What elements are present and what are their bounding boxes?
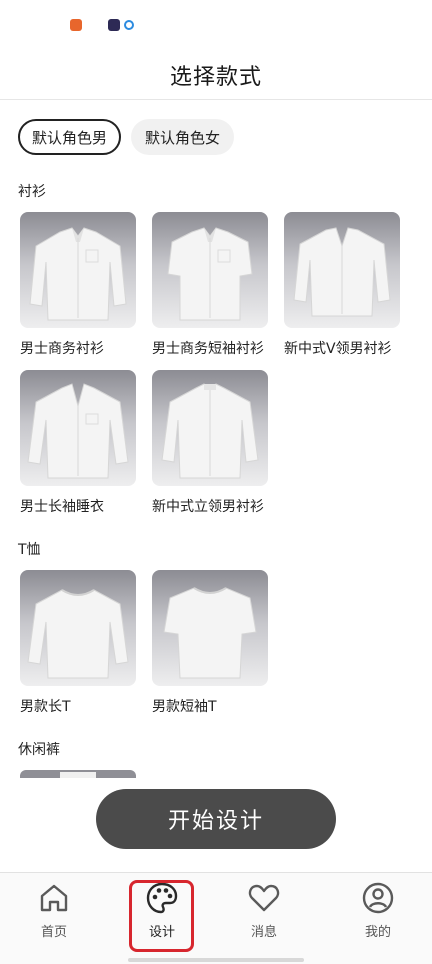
style-card-label: 男士商务短袖衬衫	[152, 341, 264, 357]
garment-thumbnail-partial	[20, 770, 136, 778]
section-title-pants: 休闲裤	[18, 742, 60, 758]
browser-notification-icon	[124, 20, 134, 30]
style-card-label: 新中式立领男衬衫	[152, 499, 264, 515]
app-notification-icon	[70, 19, 82, 31]
style-card[interactable]: 男款长T	[20, 570, 136, 715]
tab-label: 首页	[40, 925, 67, 940]
style-card-label: 男款长T	[20, 699, 71, 715]
style-card[interactable]: 新中式V领男衬衫	[284, 212, 400, 357]
style-card[interactable]: 男款短袖T	[152, 570, 268, 715]
style-card[interactable]: 男士长袖睡衣	[20, 370, 136, 515]
style-card-label: 男士商务衬衫	[20, 341, 104, 357]
status-bar	[0, 0, 432, 50]
style-card-label: 男士长袖睡衣	[20, 499, 104, 515]
role-tabs: 默认角色男 默认角色女	[18, 119, 235, 155]
style-card-label: 男款短袖T	[152, 699, 217, 715]
garment-thumbnail	[152, 570, 268, 686]
video-notification-icon	[108, 19, 120, 31]
garment-thumbnail	[152, 370, 268, 486]
heart-icon	[248, 884, 280, 912]
section-title-tshirts: T恤	[18, 542, 41, 558]
role-tab-male[interactable]: 默认角色男	[18, 119, 122, 155]
role-tab-female[interactable]: 默认角色女	[131, 119, 235, 155]
tab-messages[interactable]: 消息	[234, 881, 294, 951]
garment-thumbnail	[20, 212, 136, 328]
tab-label: 我的	[364, 925, 391, 940]
page-title: 选择款式	[169, 64, 262, 90]
tab-profile[interactable]: 我的	[348, 881, 408, 951]
tab-home[interactable]: 首页	[24, 881, 84, 951]
tab-label: 消息	[250, 925, 277, 940]
garment-thumbnail	[20, 370, 136, 486]
style-card[interactable]: 男士商务短袖衬衫	[152, 212, 268, 357]
garment-thumbnail	[152, 212, 268, 328]
style-card-label: 新中式V领男衬衫	[284, 341, 392, 357]
garment-thumbnail	[20, 570, 136, 686]
bottom-tab-bar: 首页 设计 消息 我的	[0, 872, 432, 964]
style-card[interactable]: 新中式立领男衬衫	[152, 370, 268, 515]
page-header: 选择款式	[0, 50, 432, 100]
selected-tab-highlight	[129, 880, 194, 952]
section-title-shirts: 衬衫	[18, 184, 46, 200]
start-design-button[interactable]: 开始设计	[96, 789, 336, 849]
user-icon	[362, 882, 394, 914]
garment-thumbnail	[284, 212, 400, 328]
home-icon	[40, 884, 68, 912]
home-indicator	[128, 958, 304, 962]
style-card[interactable]: 男士商务衬衫	[20, 212, 136, 357]
